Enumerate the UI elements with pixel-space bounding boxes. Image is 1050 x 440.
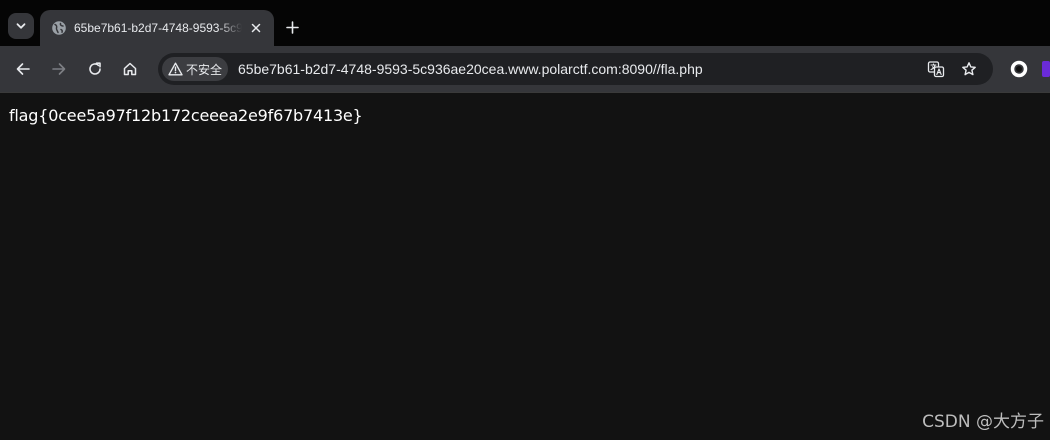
- profile-partial-icon[interactable]: [1040, 60, 1050, 78]
- forward-button[interactable]: [46, 56, 72, 82]
- new-tab-button[interactable]: [280, 15, 304, 39]
- browser-toolbar: 不安全 65be7b61-b2d7-4748-9593-5c936ae20cea…: [0, 46, 1050, 92]
- star-icon: [962, 62, 976, 76]
- page-content: flag{0cee5a97f12b172ceeea2e9f67b7413e} C…: [0, 92, 1050, 440]
- security-indicator[interactable]: 不安全: [162, 57, 228, 81]
- reload-icon: [89, 62, 101, 75]
- extension-button[interactable]: [1008, 58, 1030, 80]
- home-icon: [123, 62, 137, 76]
- address-bar[interactable]: 不安全 65be7b61-b2d7-4748-9593-5c936ae20cea…: [158, 53, 993, 85]
- reload-button[interactable]: [82, 56, 108, 82]
- url-text[interactable]: 65be7b61-b2d7-4748-9593-5c936ae20cea.www…: [238, 61, 703, 77]
- home-button[interactable]: [117, 56, 143, 82]
- flag-text: flag{0cee5a97f12b172ceeea2e9f67b7413e}: [9, 106, 363, 125]
- tab-strip: 65be7b61-b2d7-4748-9593-5c936ae20cea.www…: [0, 6, 1050, 46]
- translate-button[interactable]: [926, 59, 946, 79]
- tab-search-button[interactable]: [8, 13, 34, 39]
- translate-icon: [927, 61, 945, 78]
- back-button[interactable]: [10, 56, 36, 82]
- browser-window: 65be7b61-b2d7-4748-9593-5c936ae20cea.www…: [0, 0, 1050, 440]
- chevron-down-icon: [16, 23, 26, 29]
- tab-title: 65be7b61-b2d7-4748-9593-5c936ae20cea.www…: [74, 21, 242, 35]
- arrow-right-icon: [52, 63, 66, 75]
- watermark: CSDN @大方子: [922, 412, 1044, 432]
- tab-active[interactable]: 65be7b61-b2d7-4748-9593-5c936ae20cea.www…: [40, 10, 274, 46]
- plus-icon: [285, 20, 299, 34]
- warning-icon: [168, 62, 183, 76]
- globe-icon: [52, 21, 66, 35]
- arrow-left-icon: [16, 63, 30, 75]
- extension-ring-icon: [1010, 60, 1028, 78]
- bookmark-button[interactable]: [959, 59, 979, 79]
- security-label: 不安全: [186, 62, 223, 77]
- tab-close-button[interactable]: [247, 19, 265, 37]
- close-icon: [251, 23, 261, 33]
